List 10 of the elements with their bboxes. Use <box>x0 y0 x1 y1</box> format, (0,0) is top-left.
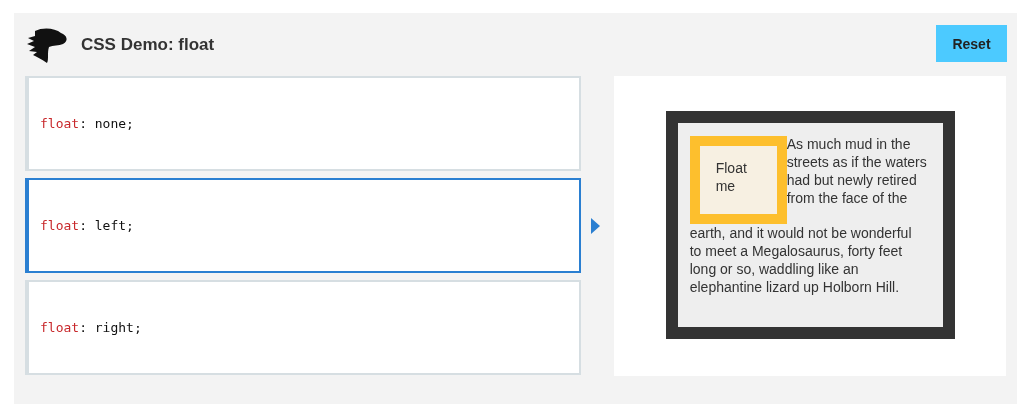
demo-title: CSS Demo: float <box>81 34 216 55</box>
dinosaur-head-icon <box>25 26 69 63</box>
paragraph-text: As much mud in the streets as if the waters had but newly retired from the face of the <box>786 135 928 207</box>
code-choice[interactable]: float: none; <box>25 76 582 171</box>
floated-box: Float me <box>689 136 787 224</box>
code-choice[interactable]: float: right; <box>25 280 582 375</box>
triangle-pointer-icon <box>591 217 601 234</box>
paragraph-text: earth, and it would not be wonderful to meet a Megalosaurus, forty feet long or so, waddling like an elephantine lizard up Holborn Hill. <box>689 224 913 296</box>
reset-button[interactable]: Reset <box>936 25 1007 62</box>
code-choice[interactable]: float: left; <box>25 178 582 273</box>
